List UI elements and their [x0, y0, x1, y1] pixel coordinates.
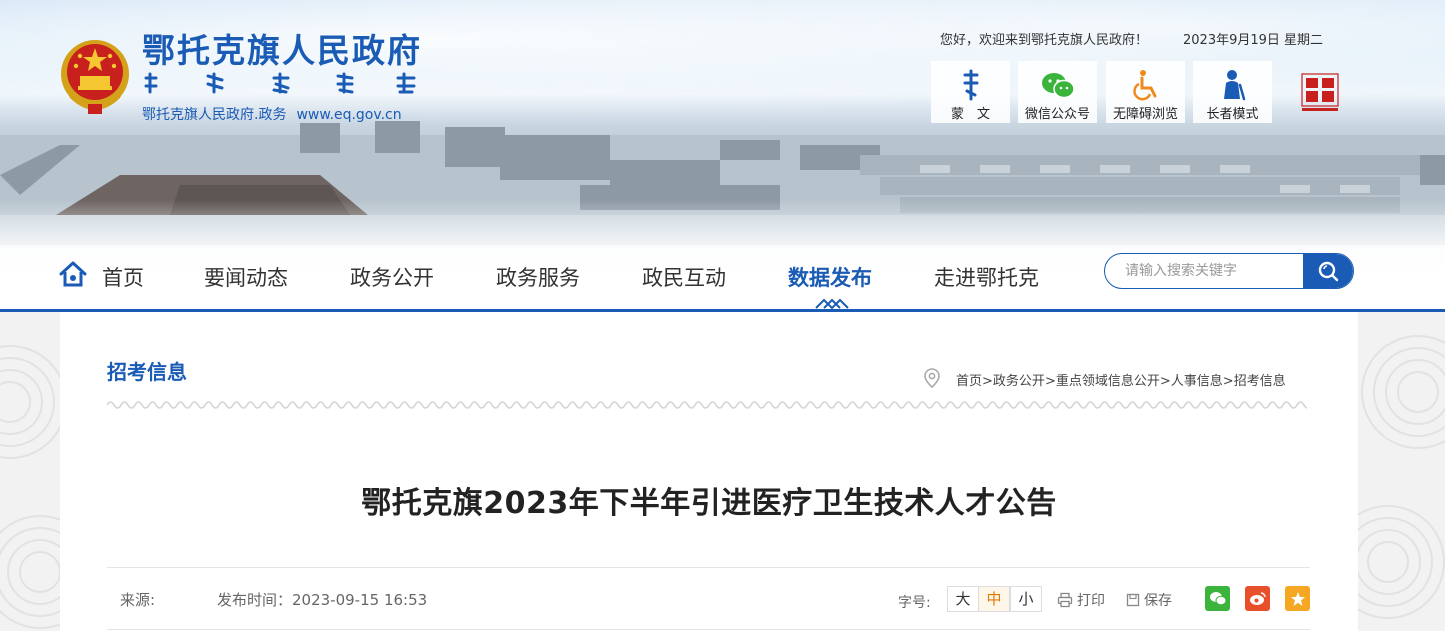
font-size-label: 字号: [898, 595, 931, 611]
home-icon[interactable] [58, 260, 88, 288]
location-pin-icon [924, 368, 940, 389]
font-size-medium-button[interactable]: 中 [978, 586, 1010, 612]
nav-gov-services[interactable]: 政务服务 [496, 262, 580, 292]
elder-mode-label: 长者模式 [1206, 107, 1259, 122]
breadcrumb-gov-affairs[interactable]: 政务公开 [993, 374, 1045, 389]
elder-icon [1223, 70, 1245, 101]
nav-gov-affairs-disclosure[interactable]: 政务公开 [350, 262, 434, 292]
accessibility-button[interactable]: 无障碍浏览 [1106, 61, 1185, 123]
article-source: 来源: [120, 591, 156, 609]
breadcrumb-separator: > [982, 374, 993, 389]
mongolian-version-button[interactable]: 蒙 文 [931, 61, 1010, 123]
breadcrumb-personnel[interactable]: 人事信息 [1171, 374, 1223, 389]
search-button[interactable] [1303, 254, 1353, 288]
meta-top-divider [107, 567, 1310, 568]
save-label: 保存 [1144, 593, 1172, 609]
mongolian-version-label: 蒙 文 [950, 107, 990, 122]
nav-news[interactable]: 要闻动态 [204, 262, 288, 292]
star-icon [1290, 591, 1305, 606]
left-background-pattern [0, 312, 60, 631]
accessibility-label: 无障碍浏览 [1112, 107, 1178, 122]
favorite-button[interactable] [1285, 586, 1310, 611]
welcome-text: 您好，欢迎来到鄂托克旗人民政府！ [940, 33, 1149, 48]
breadcrumb-separator: > [1159, 374, 1171, 389]
current-date: 2023年9月19日 星期二 [1183, 33, 1324, 48]
wheelchair-icon [1132, 70, 1156, 101]
breadcrumb-key-info[interactable]: 重点领域信息公开 [1056, 374, 1160, 389]
active-nav-marker-icon [815, 298, 849, 310]
section-title: 招考信息 [107, 360, 187, 384]
nav-data-release[interactable]: 数据发布 [788, 262, 872, 292]
search-icon [1318, 261, 1339, 282]
breadcrumb-separator: > [1222, 374, 1234, 389]
printer-icon [1057, 592, 1073, 608]
print-button[interactable]: 打印 [1057, 590, 1105, 610]
nav-home[interactable]: 首页 [102, 262, 144, 292]
national-emblem-icon [61, 40, 129, 114]
save-icon [1126, 593, 1140, 607]
search-box [1104, 253, 1354, 289]
site-url[interactable]: www.eq.gov.cn [296, 107, 401, 123]
print-label: 打印 [1077, 593, 1105, 609]
weibo-icon [1249, 592, 1266, 605]
right-background-pattern [1358, 312, 1445, 631]
mongolian-title-image [144, 72, 416, 94]
meta-bottom-divider [107, 629, 1310, 630]
breadcrumb-home[interactable]: 首页 [956, 374, 982, 389]
elder-mode-button[interactable]: 长者模式 [1193, 61, 1272, 123]
share-wechat-button[interactable] [1205, 586, 1230, 611]
ordos-logo-icon[interactable] [1300, 72, 1340, 114]
decorative-wave-divider [107, 401, 1307, 409]
wechat-icon [1041, 73, 1075, 99]
wechat-account-button[interactable]: 微信公众号 [1018, 61, 1097, 123]
share-weibo-button[interactable] [1245, 586, 1270, 611]
article-title: 鄂托克旗2023年下半年引进医疗卫生技术人才公告 [361, 486, 1057, 521]
nav-interaction[interactable]: 政民互动 [642, 262, 726, 292]
article-publish-time: 发布时间：2023-09-15 16:53 [217, 591, 428, 609]
mongolian-script-icon [963, 69, 978, 101]
wechat-icon [1209, 592, 1226, 606]
site-header: 鄂托克旗人民政府 鄂托克旗人民政府.政务 www.eq.gov.cn 您好，欢迎来… [0, 0, 1445, 312]
breadcrumb-separator: > [1044, 374, 1056, 389]
site-title[interactable]: 鄂托克旗人民政府 [142, 24, 422, 72]
font-size-small-button[interactable]: 小 [1010, 586, 1042, 612]
nav-about-otog[interactable]: 走进鄂托克 [934, 262, 1039, 292]
search-input[interactable] [1105, 254, 1303, 288]
wechat-account-label: 微信公众号 [1024, 107, 1090, 122]
save-button[interactable]: 保存 [1126, 590, 1172, 610]
site-subtitle: 鄂托克旗人民政府.政务 [142, 107, 287, 123]
site-domain: 鄂托克旗人民政府.政务 www.eq.gov.cn [142, 104, 402, 124]
breadcrumb-recruitment[interactable]: 招考信息 [1234, 374, 1286, 389]
font-size-large-button[interactable]: 大 [947, 586, 979, 612]
breadcrumb: 首页>政务公开>重点领域信息公开>人事信息>招考信息 [956, 370, 1286, 389]
content-panel: 招考信息 首页>政务公开>重点领域信息公开>人事信息>招考信息 鄂托克旗2023… [60, 312, 1358, 631]
